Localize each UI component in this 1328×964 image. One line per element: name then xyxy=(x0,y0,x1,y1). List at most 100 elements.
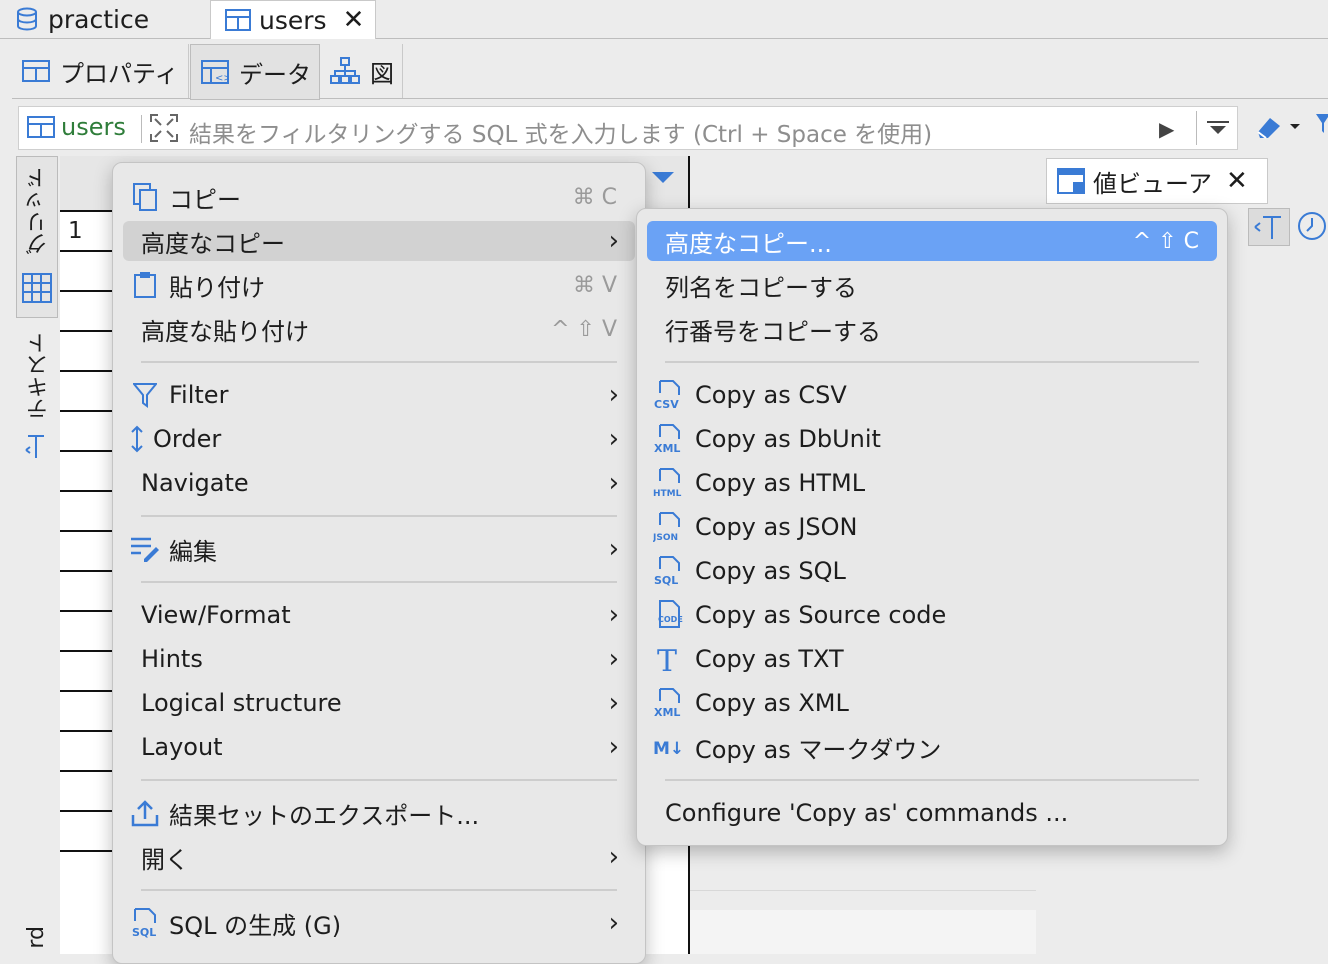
chevron-right-icon: › xyxy=(608,908,619,938)
svg-text:JSON: JSON xyxy=(653,533,678,542)
menu-item-label: Navigate xyxy=(141,469,249,497)
table-icon xyxy=(225,9,251,31)
chevron-right-icon: › xyxy=(608,600,619,630)
editor-tab-users[interactable]: users ✕ xyxy=(210,0,376,39)
chevron-right-icon: › xyxy=(608,468,619,498)
menu-item-label: Hints xyxy=(141,645,203,673)
menu-item-label: Configure 'Copy as' commands ... xyxy=(665,799,1069,827)
shortcut: ^ ⇧ V xyxy=(551,316,617,342)
sort-icon xyxy=(127,425,147,453)
tab-diagram[interactable]: 図 xyxy=(320,44,403,98)
text-view-button[interactable] xyxy=(1248,208,1290,246)
chevron-right-icon: › xyxy=(608,534,619,564)
menu-item-label: Copy as HTML xyxy=(695,469,866,497)
text-icon: T xyxy=(651,644,687,674)
menu-item-edit[interactable]: 編集 › xyxy=(123,529,635,569)
row-divider xyxy=(60,810,112,812)
value-viewer-tab[interactable]: 値ビューア ✕ xyxy=(1046,158,1268,204)
submenu-item-copy-source-code[interactable]: CODE Copy as Source code xyxy=(647,595,1217,635)
editor-tab-practice[interactable]: practice xyxy=(0,0,206,38)
markdown-icon: M↓ xyxy=(651,732,687,762)
tab-grid[interactable]: グリッド xyxy=(16,156,58,318)
menu-separator xyxy=(141,361,617,363)
grid-icon xyxy=(22,273,52,307)
csv-file-icon: CSV xyxy=(651,380,687,410)
svg-text:M↓: M↓ xyxy=(653,739,684,759)
menu-item-logical-structure[interactable]: Logical structure › xyxy=(123,683,635,723)
clipboard-icon xyxy=(127,271,163,299)
menu-item-advanced-copy[interactable]: 高度なコピー › xyxy=(123,221,635,261)
menu-item-label: View/Format xyxy=(141,601,291,629)
close-icon[interactable]: ✕ xyxy=(343,5,365,35)
menu-item-filter[interactable]: Filter › xyxy=(123,375,635,415)
play-icon[interactable]: ▶ xyxy=(1159,117,1174,141)
menu-item-label: Copy as マークダウン xyxy=(695,735,942,764)
submenu-item-copy-html[interactable]: HTML Copy as HTML xyxy=(647,463,1217,503)
filter-input[interactable]: 結果をフィルタリングする SQL 式を入力します (Ctrl + Space を… xyxy=(189,115,932,149)
menu-item-label: 高度なコピー xyxy=(141,229,285,258)
row-divider xyxy=(60,490,112,492)
chevron-right-icon: › xyxy=(608,644,619,674)
svg-text:SQL: SQL xyxy=(132,926,156,938)
tab-label: データ xyxy=(239,60,311,89)
menu-separator xyxy=(141,581,617,583)
menu-item-generate-sql[interactable]: SQL SQL の生成 (G) › xyxy=(123,903,635,943)
svg-text:HTML: HTML xyxy=(653,489,682,498)
submenu-item-advanced-copy[interactable]: 高度なコピー... ^ ⇧ C xyxy=(647,221,1217,261)
filter-table-name[interactable]: users xyxy=(27,113,126,141)
shortcut: ⌘ C xyxy=(572,184,617,210)
menu-item-copy[interactable]: コピー ⌘ C xyxy=(123,177,635,217)
submenu-item-copy-row-numbers[interactable]: 行番号をコピーする xyxy=(647,309,1217,349)
menu-item-label: 開く xyxy=(141,845,189,874)
eraser-icon[interactable] xyxy=(1254,112,1302,146)
row-divider xyxy=(60,210,112,212)
menu-separator xyxy=(141,889,617,891)
close-icon[interactable]: ✕ xyxy=(1226,166,1248,196)
row-divider xyxy=(60,770,112,772)
submenu-item-copy-txt[interactable]: T Copy as TXT xyxy=(647,639,1217,679)
submenu-item-copy-sql[interactable]: SQL Copy as SQL xyxy=(647,551,1217,591)
tab-data[interactable]: <> データ xyxy=(190,44,320,100)
filter-table-label: users xyxy=(61,113,126,141)
menu-item-view-format[interactable]: View/Format › xyxy=(123,595,635,635)
submenu-item-copy-column-names[interactable]: 列名をコピーする xyxy=(647,265,1217,305)
grid-rule xyxy=(690,890,1036,891)
editor-tab-label: practice xyxy=(48,4,150,34)
menu-item-label: Copy as DbUnit xyxy=(695,425,881,453)
menu-item-label: コピー xyxy=(169,185,241,214)
filter-icon[interactable] xyxy=(1316,112,1328,140)
menu-item-label: Order xyxy=(153,425,222,453)
menu-item-hints[interactable]: Hints › xyxy=(123,639,635,679)
menu-item-navigate[interactable]: Navigate › xyxy=(123,463,635,503)
tab-text[interactable]: テキスト xyxy=(24,332,56,420)
menu-item-label: Copy as XML xyxy=(695,689,849,717)
clock-icon[interactable] xyxy=(1296,210,1328,246)
submenu-item-configure-copy-as[interactable]: Configure 'Copy as' commands ... xyxy=(647,793,1217,833)
submenu-item-copy-xml[interactable]: XML Copy as XML xyxy=(647,683,1217,723)
chevron-down-icon[interactable] xyxy=(1207,119,1229,140)
chevron-right-icon: › xyxy=(608,226,619,256)
tab-properties[interactable]: プロパティ xyxy=(12,44,189,98)
submenu-item-copy-json[interactable]: JSON Copy as JSON xyxy=(647,507,1217,547)
menu-item-advanced-paste[interactable]: 高度な貼り付け ^ ⇧ V xyxy=(123,309,635,349)
expand-icon[interactable] xyxy=(149,113,179,143)
menu-item-export[interactable]: 結果セットのエクスポート... xyxy=(123,793,635,833)
tab-label: 図 xyxy=(370,59,394,88)
row-divider xyxy=(60,290,112,292)
view-switcher: グリッド テキスト rd xyxy=(16,156,58,954)
menu-item-layout[interactable]: Layout › xyxy=(123,727,635,767)
menu-item-label: Copy as JSON xyxy=(695,513,858,541)
filter-icon xyxy=(127,381,163,409)
row-divider xyxy=(60,250,112,252)
submenu-item-copy-csv[interactable]: CSV Copy as CSV xyxy=(647,375,1217,415)
menu-item-label: 列名をコピーする xyxy=(665,273,857,302)
svg-text:XML: XML xyxy=(654,442,680,454)
menu-item-paste[interactable]: 貼り付け ⌘ V xyxy=(123,265,635,305)
diagram-icon xyxy=(330,57,360,85)
submenu-item-copy-markdown[interactable]: M↓ Copy as マークダウン xyxy=(647,727,1217,767)
sort-arrow-icon[interactable] xyxy=(652,172,674,183)
row-divider xyxy=(60,410,112,412)
submenu-item-copy-dbunit[interactable]: XML Copy as DbUnit xyxy=(647,419,1217,459)
menu-item-order[interactable]: Order › xyxy=(123,419,635,459)
menu-item-open[interactable]: 開く › xyxy=(123,837,635,877)
